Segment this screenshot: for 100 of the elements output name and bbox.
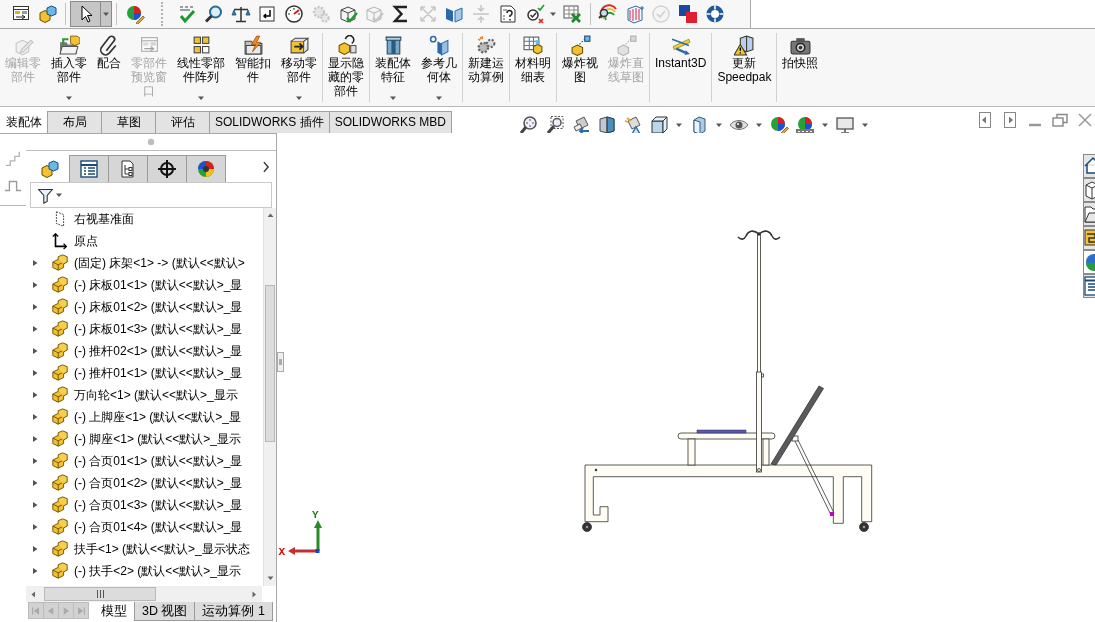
cube-check-icon[interactable] — [337, 4, 358, 24]
expand-arrow-icon[interactable] — [31, 347, 39, 355]
panel-tab[interactable] — [108, 155, 148, 182]
color-wheel-scene-icon[interactable] — [795, 115, 816, 135]
caret-icon[interactable] — [755, 121, 764, 129]
house-icon[interactable] — [1083, 154, 1095, 178]
expand-arrow-icon[interactable] — [31, 479, 39, 487]
monitor-icon[interactable] — [835, 115, 856, 135]
command-button[interactable]: 装配体 特征 — [370, 29, 416, 106]
color-wheel-icon[interactable] — [124, 4, 145, 24]
grip-icon[interactable] — [95, 589, 105, 599]
globe-icon[interactable] — [1083, 250, 1095, 274]
cube-frame-icon[interactable] — [649, 115, 670, 135]
command-tab[interactable]: 评估 — [155, 111, 210, 133]
caret-icon[interactable] — [861, 121, 870, 129]
view-tab[interactable]: 运动算例 1 — [194, 602, 273, 621]
scroll-left-arrow-icon[interactable] — [29, 589, 38, 599]
tree-item[interactable]: (-) 上脚座<1> (默认<<默认>_显 — [74, 409, 242, 425]
command-tab[interactable]: 布局 — [47, 111, 102, 133]
tree-item[interactable]: 原点 — [74, 233, 98, 249]
tree-item[interactable]: (固定) 床架<1> -> (默认<<默认> — [74, 255, 245, 271]
scrollbar-thumb[interactable] — [44, 587, 156, 601]
spreadsheet-icon[interactable] — [562, 4, 583, 24]
panel-tab[interactable] — [69, 155, 109, 182]
command-tab[interactable]: SOLIDWORKS 插件 — [209, 111, 330, 133]
caret-icon[interactable] — [821, 121, 830, 129]
tiles-icon[interactable] — [678, 4, 699, 24]
command-button[interactable]: 线性零部 件阵列 — [172, 29, 230, 106]
command-button[interactable]: Instant3D — [650, 29, 712, 106]
scrollbar-thumb[interactable] — [265, 285, 275, 442]
magnifier-icon[interactable] — [519, 115, 540, 135]
list-icon[interactable] — [1083, 274, 1095, 298]
expand-arrow-icon[interactable] — [31, 523, 39, 531]
tree-item[interactable]: (-) 床板01<2> (默认<<默认>_显 — [74, 299, 243, 315]
expand-arrow-icon[interactable] — [31, 281, 39, 289]
scales-icon[interactable] — [230, 4, 251, 24]
magnifier-frame-icon[interactable] — [545, 115, 566, 135]
tree-item[interactable]: (-) 床板01<1> (默认<<默认>_显 — [74, 277, 243, 293]
tree-item[interactable]: (-) 扶手<2> (默认<<默认>_显示 — [74, 563, 242, 579]
tree-item[interactable]: (-) 合页01<4> (默认<<默认>_显 — [74, 519, 243, 535]
command-button[interactable]: 移动零 部件 — [276, 29, 322, 106]
command-button[interactable]: 配合 — [92, 29, 126, 106]
collapse-handle-icon[interactable] — [277, 352, 284, 372]
command-button[interactable]: 新建运 动算例 — [463, 29, 509, 106]
gauge-icon[interactable] — [284, 4, 305, 24]
tree-item[interactable]: 扶手<1> (默认<<默认>_显示状态 — [74, 541, 250, 557]
panel-tab[interactable] — [186, 155, 226, 182]
command-button[interactable]: 显示隐 藏的零 部件 — [323, 29, 369, 106]
expand-arrow-icon[interactable] — [31, 435, 39, 443]
chart-tile-icon[interactable] — [1083, 226, 1095, 250]
command-button[interactable]: 材料明 细表 — [510, 29, 556, 106]
tree-item[interactable]: 万向轮<1> (默认<<默认>_显示 — [74, 387, 238, 403]
caret-icon[interactable] — [675, 121, 684, 129]
tree-item[interactable]: (-) 合页01<2> (默认<<默认>_显 — [74, 475, 243, 491]
expand-arrow-icon[interactable] — [31, 369, 39, 377]
mirror-planes-icon[interactable] — [444, 4, 465, 24]
view-tab[interactable]: 3D 视图 — [134, 602, 196, 621]
grip-dot-icon[interactable] — [147, 138, 155, 146]
command-tab[interactable]: SOLIDWORKS MBD — [328, 111, 453, 133]
filter-field[interactable] — [30, 182, 272, 208]
panel-tab[interactable] — [147, 155, 187, 182]
command-tab[interactable]: 草图 — [101, 111, 156, 133]
cube-outline-icon[interactable] — [1083, 178, 1095, 202]
scroll-up-arrow-icon[interactable] — [265, 211, 275, 220]
caret-icon[interactable] — [549, 10, 557, 18]
scroll-down-arrow-icon[interactable] — [265, 574, 275, 583]
caret-icon[interactable] — [102, 10, 111, 18]
caret-icon[interactable] — [715, 121, 724, 129]
vertical-scrollbar[interactable] — [263, 208, 276, 586]
command-button[interactable]: 参考几 何体 — [416, 29, 462, 106]
horizontal-scrollbar[interactable] — [26, 586, 262, 602]
cubes-icon[interactable] — [38, 4, 59, 24]
expand-arrow-icon[interactable] — [31, 259, 39, 267]
striped-box-icon[interactable] — [624, 4, 645, 24]
split-button[interactable] — [70, 1, 113, 27]
tree-item[interactable]: (-) 合页01<3> (默认<<默认>_显 — [74, 497, 243, 513]
document-question-icon[interactable] — [497, 4, 518, 24]
command-button[interactable]: 拍快照 — [777, 29, 824, 106]
expand-arrow-icon[interactable] — [31, 391, 39, 399]
expand-arrow-icon[interactable] — [31, 501, 39, 509]
expand-arrow-icon[interactable] — [31, 457, 39, 465]
circle-check-icon[interactable] — [525, 4, 545, 24]
command-button[interactable]: 插入零 部件 — [46, 29, 92, 106]
tree-item[interactable]: (-) 脚座<1> (默认<<默认>_显示 — [74, 431, 242, 447]
expand-arrow-icon[interactable] — [31, 303, 39, 311]
section-cube-icon[interactable] — [597, 115, 618, 135]
tree-item[interactable]: (-) 推杆01<1> (默认<<默认>_显 — [74, 365, 243, 381]
expand-arrow-icon[interactable] — [31, 545, 39, 553]
expand-arrow-icon[interactable] — [31, 325, 39, 333]
magnifier-icon[interactable] — [204, 4, 225, 24]
folder-icon[interactable] — [1083, 202, 1095, 226]
command-button[interactable]: 更新 Speedpak — [712, 29, 777, 106]
tree-item[interactable]: (-) 床板01<3> (默认<<默认>_显 — [74, 321, 243, 337]
command-button[interactable]: 爆炸视 图 — [557, 29, 603, 106]
expand-arrow-icon[interactable] — [31, 413, 39, 421]
check-icon[interactable] — [177, 4, 198, 24]
tree-item[interactable]: 右视基准面 — [74, 211, 134, 227]
command-button[interactable]: 智能扣 件 — [230, 29, 276, 106]
ring-icon[interactable] — [704, 4, 725, 24]
tree-item[interactable]: (-) 合页01<1> (默认<<默认>_显 — [74, 453, 243, 469]
